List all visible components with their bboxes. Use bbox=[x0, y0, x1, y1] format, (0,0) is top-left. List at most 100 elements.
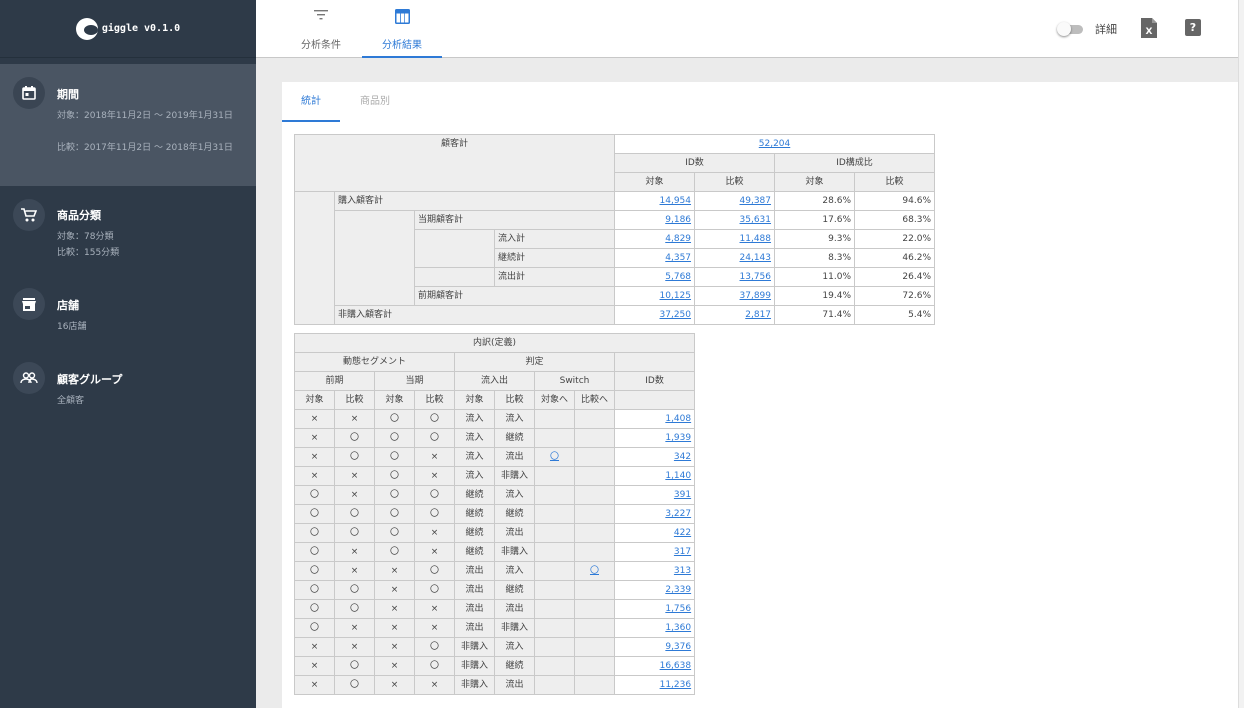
table-row: 〇〇〇 × 継続 流出 422 bbox=[294, 523, 696, 543]
id-count-cell[interactable]: 2,339 bbox=[613, 580, 696, 600]
segment-cell: 〇 bbox=[294, 504, 335, 524]
tab-statistics[interactable]: 統計 bbox=[282, 82, 340, 122]
id-count-cell[interactable]: 342 bbox=[613, 447, 696, 467]
segment-cell: 非購入 bbox=[454, 675, 495, 695]
segment-cell: × bbox=[374, 561, 415, 581]
scrollbar[interactable] bbox=[1238, 0, 1244, 708]
tab-analysis-conditions[interactable]: 分析条件 bbox=[281, 0, 361, 58]
segment-cell: 非購入 bbox=[494, 466, 535, 486]
target-count-link[interactable]: 37,250 bbox=[660, 310, 692, 320]
switch-link[interactable]: 〇 bbox=[550, 452, 559, 462]
help-button[interactable]: ? bbox=[1185, 19, 1201, 36]
customer-total-value[interactable]: 52,204 bbox=[614, 134, 936, 154]
segment-cell: × bbox=[294, 428, 335, 448]
id-count-cell[interactable]: 422 bbox=[613, 523, 696, 543]
id-count-cell[interactable]: 313 bbox=[613, 561, 696, 581]
id-count-link[interactable]: 391 bbox=[674, 490, 691, 500]
id-count-cell[interactable]: 391 bbox=[613, 485, 696, 505]
column-header: 比較へ bbox=[574, 390, 615, 410]
target-count-link[interactable]: 9,186 bbox=[665, 215, 691, 225]
segment-cell: 〇 bbox=[334, 523, 375, 543]
segment-cell: × bbox=[294, 675, 335, 695]
switch-to-target-cell bbox=[534, 409, 575, 429]
row-label: 前期顧客計 bbox=[413, 286, 616, 306]
id-count-link[interactable]: 422 bbox=[674, 528, 691, 538]
id-count-link[interactable]: 1,939 bbox=[665, 433, 691, 443]
tab-by-product[interactable]: 商品別 bbox=[346, 82, 404, 122]
compare-count-link[interactable]: 49,387 bbox=[740, 196, 772, 206]
segment-cell: × bbox=[294, 637, 335, 657]
switch-to-target-cell bbox=[534, 656, 575, 676]
segment-cell: 流入 bbox=[494, 409, 535, 429]
compare-count-link[interactable]: 2,817 bbox=[745, 310, 771, 320]
id-count-link[interactable]: 11,236 bbox=[660, 680, 692, 690]
id-count-cell[interactable]: 1,756 bbox=[613, 599, 696, 619]
id-count-cell[interactable]: 16,638 bbox=[613, 656, 696, 676]
customer-group-value: 全顧客 bbox=[57, 396, 85, 406]
column-header: 比較 bbox=[694, 172, 776, 192]
compare-count-link[interactable]: 35,631 bbox=[740, 215, 772, 225]
period-compare: 比較：2017年11月2日 ～ 2018年1月31日 bbox=[57, 143, 233, 153]
sidebar-item-label: 期間 bbox=[57, 88, 79, 101]
id-count-link[interactable]: 313 bbox=[674, 566, 691, 576]
id-count-cell[interactable]: 3,227 bbox=[613, 504, 696, 524]
svg-text:X: X bbox=[1146, 27, 1153, 37]
switch-to-target-cell[interactable]: 〇 bbox=[534, 447, 575, 467]
compare-ratio: 46.2% bbox=[854, 248, 936, 268]
switch-to-target-cell bbox=[534, 580, 575, 600]
excel-export-button[interactable]: X bbox=[1141, 18, 1157, 38]
target-count-link[interactable]: 5,768 bbox=[665, 272, 691, 282]
row-label: 当期顧客計 bbox=[413, 210, 616, 230]
store-icon bbox=[13, 288, 45, 320]
sidebar-item-period[interactable]: 期間 対象：2018年11月2日 ～ 2019年1月31日 比較：2017年11… bbox=[0, 64, 256, 186]
sidebar-item-product-category[interactable]: 商品分類 対象：78分類 比較：155分類 bbox=[0, 186, 256, 276]
id-count-link[interactable]: 317 bbox=[674, 547, 691, 557]
id-count-cell[interactable]: 1,939 bbox=[613, 428, 696, 448]
target-count-link[interactable]: 10,125 bbox=[660, 291, 692, 301]
switch-to-compare-cell bbox=[574, 599, 615, 619]
segment-cell: 継続 bbox=[454, 523, 495, 543]
id-count-link[interactable]: 1,408 bbox=[665, 414, 691, 424]
id-count-cell[interactable]: 9,376 bbox=[613, 637, 696, 657]
tab-analysis-results[interactable]: 分析結果 bbox=[362, 0, 442, 58]
switch-to-compare-cell bbox=[574, 409, 615, 429]
id-count-link[interactable]: 2,339 bbox=[665, 585, 691, 595]
id-count-link[interactable]: 342 bbox=[674, 452, 691, 462]
switch-to-compare-cell[interactable]: 〇 bbox=[574, 561, 615, 581]
detail-toggle[interactable] bbox=[1057, 22, 1083, 36]
id-count-cell[interactable]: 1,408 bbox=[613, 409, 696, 429]
segment-cell: × bbox=[294, 409, 335, 429]
customer-total-link[interactable]: 52,204 bbox=[759, 139, 791, 149]
compare-count-link[interactable]: 24,143 bbox=[740, 253, 772, 263]
id-count-link[interactable]: 1,360 bbox=[665, 623, 691, 633]
id-count-link[interactable]: 16,638 bbox=[660, 661, 692, 671]
id-count-link[interactable]: 9,376 bbox=[665, 642, 691, 652]
segment-cell: × bbox=[374, 618, 415, 638]
compare-ratio: 68.3% bbox=[854, 210, 936, 230]
id-ratio-header: ID構成比 bbox=[774, 153, 936, 173]
id-count-link[interactable]: 1,140 bbox=[665, 471, 691, 481]
app-logo[interactable]: giggle v0.1.0 bbox=[0, 0, 256, 58]
target-count-link[interactable]: 14,954 bbox=[660, 196, 692, 206]
id-count-link[interactable]: 3,227 bbox=[665, 509, 691, 519]
compare-count-link[interactable]: 11,488 bbox=[740, 234, 772, 244]
segment-cell: 継続 bbox=[494, 428, 535, 448]
id-count-cell[interactable]: 317 bbox=[613, 542, 696, 562]
id-count-cell[interactable]: 1,140 bbox=[613, 466, 696, 486]
table-row: 〇 × × 〇流出 流入〇 313 bbox=[294, 561, 696, 581]
segment-cell: 流出 bbox=[494, 523, 535, 543]
segment-cell: 〇 bbox=[374, 447, 415, 467]
compare-count-link[interactable]: 37,899 bbox=[740, 291, 772, 301]
compare-count-link[interactable]: 13,756 bbox=[740, 272, 772, 282]
id-count-cell[interactable]: 11,236 bbox=[613, 675, 696, 695]
sidebar-item-store[interactable]: 店舗 16店舗 bbox=[0, 276, 256, 356]
id-count-cell[interactable]: 1,360 bbox=[613, 618, 696, 638]
target-ratio: 9.3% bbox=[774, 229, 856, 249]
sidebar-item-customer-group[interactable]: 顧客グループ 全顧客 bbox=[0, 356, 256, 436]
switch-link[interactable]: 〇 bbox=[590, 566, 599, 576]
target-count-link[interactable]: 4,357 bbox=[665, 253, 691, 263]
id-count-link[interactable]: 1,756 bbox=[665, 604, 691, 614]
segment-cell: 流入 bbox=[454, 428, 495, 448]
segment-cell: 〇 bbox=[414, 485, 455, 505]
target-count-link[interactable]: 4,829 bbox=[665, 234, 691, 244]
